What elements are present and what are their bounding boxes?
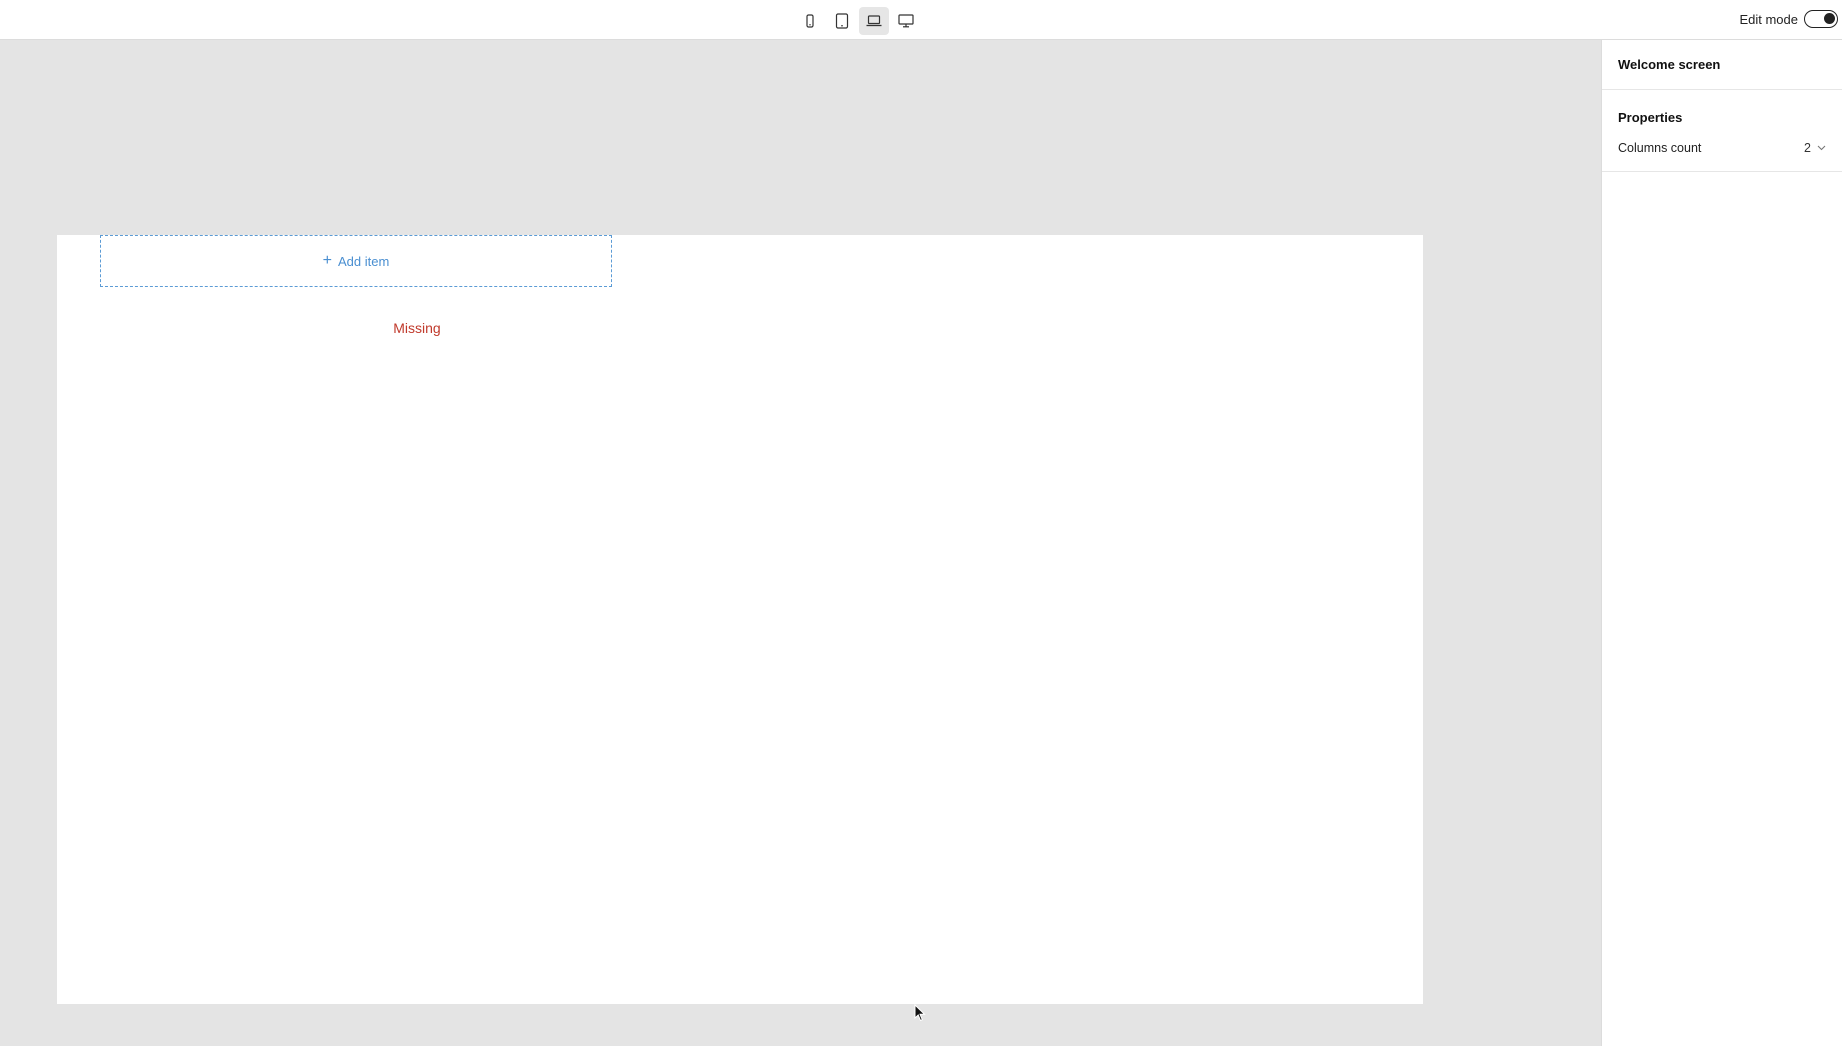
columns-count-label: Columns count [1618, 141, 1702, 155]
top-toolbar: Edit mode [0, 0, 1842, 40]
plus-icon: + [322, 252, 333, 269]
mobile-icon [806, 14, 814, 28]
columns-count-row: Columns count 2 [1618, 141, 1826, 155]
add-item-label: Add item [338, 253, 390, 269]
edit-mode-control: Edit mode [1739, 10, 1838, 28]
edit-mode-toggle[interactable] [1804, 10, 1838, 28]
chevron-down-icon [1817, 145, 1826, 151]
desktop-view-button[interactable] [891, 7, 921, 35]
columns-count-value: 2 [1804, 141, 1811, 155]
edit-mode-label: Edit mode [1739, 11, 1798, 27]
mobile-view-button[interactable] [795, 7, 825, 35]
properties-heading: Properties [1618, 110, 1683, 125]
properties-section: Properties Columns count 2 [1602, 90, 1842, 172]
columns-count-select[interactable]: 2 [1804, 141, 1826, 155]
missing-component-message: Missing [393, 320, 441, 336]
laptop-icon [866, 15, 882, 27]
editor-canvas: + Add item Missing [0, 40, 1601, 1046]
tablet-view-button[interactable] [827, 7, 857, 35]
properties-panel: Welcome screen Properties Columns count … [1601, 40, 1842, 1046]
add-item-button[interactable]: + Add item [100, 235, 612, 287]
desktop-icon [898, 14, 914, 28]
preview-frame: + Add item Missing [57, 235, 1423, 1004]
tablet-icon [835, 13, 849, 29]
mouse-cursor-icon [914, 1004, 926, 1022]
device-switcher [795, 7, 921, 35]
panel-title: Welcome screen [1602, 40, 1842, 90]
toggle-knob [1824, 13, 1835, 24]
laptop-view-button[interactable] [859, 7, 889, 35]
